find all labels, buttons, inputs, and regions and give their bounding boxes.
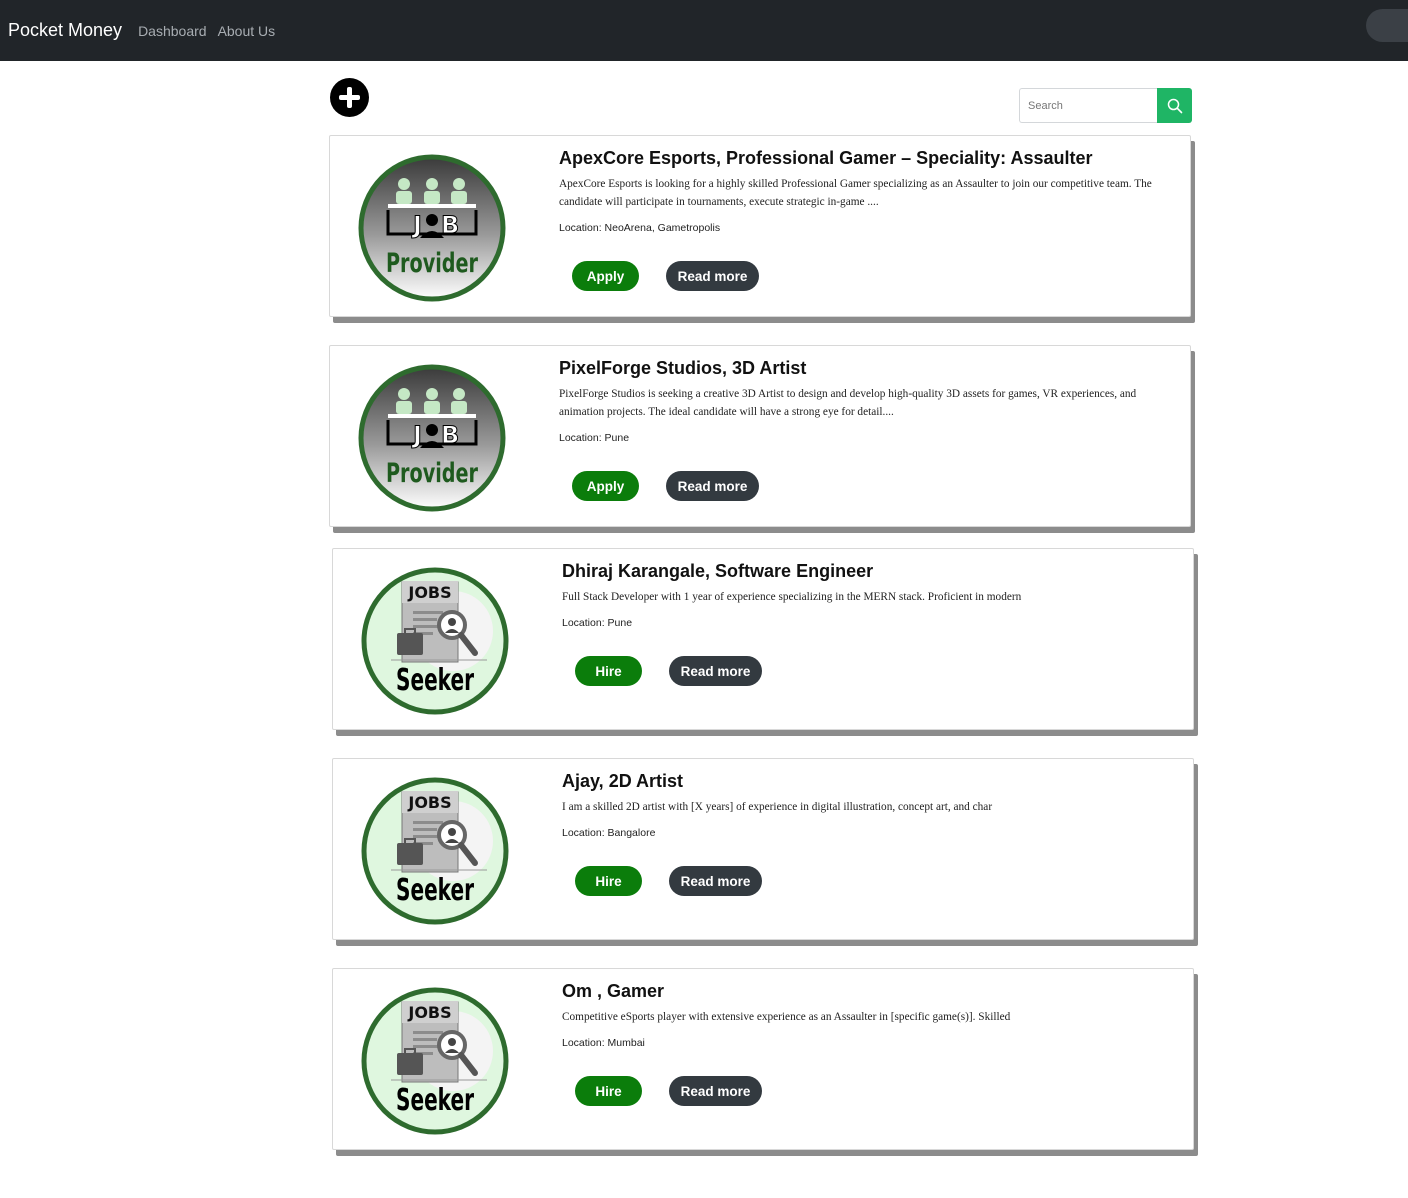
job-card: JOBS Seeker Dhiraj Karangale, Software E… — [332, 548, 1194, 730]
brand-link[interactable]: Pocket Money — [8, 20, 122, 41]
navbar-toggle-button[interactable] — [1366, 9, 1408, 42]
card-title: ApexCore Esports, Professional Gamer – S… — [559, 148, 1093, 168]
svg-text:J: J — [411, 421, 422, 449]
svg-text:Seeker: Seeker — [396, 873, 474, 908]
hire-button[interactable]: Hire — [575, 1076, 642, 1106]
svg-text:B: B — [441, 421, 459, 449]
svg-text:J: J — [411, 211, 422, 239]
apply-button[interactable]: Apply — [572, 261, 639, 291]
svg-text:Provider: Provider — [386, 458, 478, 489]
card-location: Location: Bangalore — [562, 827, 656, 839]
svg-text:Seeker: Seeker — [396, 663, 474, 698]
jobs-seeker-logo: JOBS Seeker — [361, 777, 509, 925]
search-button[interactable] — [1157, 88, 1192, 123]
job-provider-logo: J B Provider — [358, 364, 506, 512]
card-description: Full Stack Developer with 1 year of expe… — [562, 591, 1022, 603]
card-location: Location: NeoArena, Gametropolis — [559, 222, 721, 234]
svg-text:JOBS: JOBS — [407, 583, 451, 602]
card-location: Location: Pune — [559, 432, 630, 444]
read-more-button[interactable]: Read more — [669, 866, 762, 896]
job-card: J B Provider PixelForge Studios, 3D Arti… — [329, 345, 1191, 527]
top-navbar: Pocket Money Dashboard About Us — [0, 0, 1408, 61]
card-description: PixelForge Studios is seeking a creative… — [559, 388, 1137, 418]
card-description: I am a skilled 2D artist with [X years] … — [562, 801, 993, 813]
job-card: JOBS Seeker Om , Gamer Competitive eSpor… — [332, 968, 1194, 1150]
read-more-button[interactable]: Read more — [669, 656, 762, 686]
svg-text:JOBS: JOBS — [407, 793, 451, 812]
card-location: Location: Pune — [562, 617, 633, 629]
read-more-button[interactable]: Read more — [666, 471, 759, 501]
jobs-seeker-logo: JOBS Seeker — [361, 987, 509, 1135]
search-input[interactable] — [1019, 88, 1157, 123]
hire-button[interactable]: Hire — [575, 866, 642, 896]
search-icon — [1167, 98, 1182, 113]
job-card: JOBS Seeker Ajay, 2D Artist I am a skill… — [332, 758, 1194, 940]
card-title: Ajay, 2D Artist — [562, 771, 684, 791]
svg-text:Seeker: Seeker — [396, 1083, 474, 1118]
card-title: Dhiraj Karangale, Software Engineer — [562, 561, 874, 581]
apply-button[interactable]: Apply — [572, 471, 639, 501]
card-title: PixelForge Studios, 3D Artist — [559, 358, 807, 378]
card-description: Competitive eSports player with extensiv… — [562, 1011, 1011, 1023]
nav-link-about-us[interactable]: About Us — [218, 23, 276, 39]
search-form — [1019, 88, 1192, 123]
job-provider-logo: J B Provider — [358, 154, 506, 302]
add-post-button[interactable] — [330, 78, 369, 117]
read-more-button[interactable]: Read more — [669, 1076, 762, 1106]
svg-text:B: B — [441, 211, 459, 239]
hire-button[interactable]: Hire — [575, 656, 642, 686]
svg-text:Provider: Provider — [386, 248, 478, 279]
read-more-button[interactable]: Read more — [666, 261, 759, 291]
card-title: Om , Gamer — [562, 981, 665, 1001]
jobs-seeker-logo: JOBS Seeker — [361, 567, 509, 715]
card-location: Location: Mumbai — [562, 1037, 645, 1049]
card-description: ApexCore Esports is looking for a highly… — [559, 178, 1152, 208]
job-card: J B Provider ApexCore Esports, Professio… — [329, 135, 1191, 317]
nav-link-dashboard[interactable]: Dashboard — [138, 23, 207, 39]
svg-text:JOBS: JOBS — [407, 1003, 451, 1022]
